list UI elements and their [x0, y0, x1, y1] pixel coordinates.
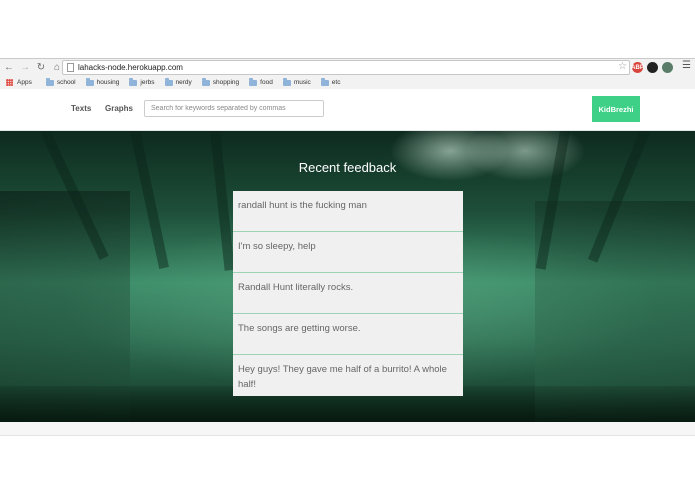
browser-chrome: ← → ↻ ⌂ lahacks-node.herokuapp.com ☆ ABP… [0, 58, 695, 90]
bookmark-school[interactable]: school [45, 78, 76, 86]
folder-icon [164, 78, 173, 86]
feedback-item: I'm so sleepy, help [233, 232, 463, 273]
feedback-list: randall hunt is the fucking man I'm so s… [233, 191, 463, 396]
folder-icon [282, 78, 291, 86]
page-footer-strip [0, 422, 695, 436]
url-text: lahacks-node.herokuapp.com [78, 63, 183, 72]
star-icon[interactable]: ☆ [618, 61, 627, 72]
bookmark-housing[interactable]: housing [85, 78, 119, 86]
feedback-item: Randall Hunt literally rocks. [233, 273, 463, 314]
apps-icon [6, 79, 13, 86]
bookmarks-bar: Apps school housing jerbs nerdy shopping… [0, 76, 695, 90]
feedback-item: randall hunt is the fucking man [233, 191, 463, 232]
bookmark-jerbs[interactable]: jerbs [129, 78, 155, 86]
folder-icon [45, 78, 54, 86]
page-icon [67, 63, 74, 72]
feedback-item: The songs are getting worse. [233, 314, 463, 355]
feedback-item: Hey guys! They gave me half of a burrito… [238, 364, 447, 390]
feedback-title: Recent feedback [298, 160, 397, 175]
bookmark-apps[interactable]: Apps [17, 79, 32, 86]
nav-graphs-link[interactable]: Graphs [105, 104, 133, 113]
bookmark-shopping[interactable]: shopping [201, 78, 239, 86]
back-icon[interactable]: ← [2, 61, 16, 75]
forward-icon[interactable]: → [18, 61, 32, 75]
folder-icon [320, 78, 329, 86]
folder-icon [201, 78, 210, 86]
nav-texts-link[interactable]: Texts [71, 104, 91, 113]
menu-icon[interactable]: ☰ [682, 60, 691, 71]
hero-background: Recent feedback randall hunt is the fuck… [0, 131, 695, 422]
browser-toolbar: ← → ↻ ⌂ lahacks-node.herokuapp.com ☆ ABP… [0, 59, 695, 76]
address-bar[interactable]: lahacks-node.herokuapp.com ☆ [62, 60, 630, 75]
extension-icon[interactable] [662, 62, 673, 73]
folder-icon [85, 78, 94, 86]
reload-icon[interactable]: ↻ [34, 61, 48, 75]
bookmark-music[interactable]: music [282, 78, 311, 86]
extension-icon[interactable] [647, 62, 658, 73]
bookmark-food[interactable]: food [249, 78, 273, 86]
user-button[interactable]: KidBrezhi [592, 96, 640, 122]
bookmark-nerdy[interactable]: nerdy [164, 78, 192, 86]
keyword-search-input[interactable] [144, 100, 324, 117]
folder-icon [249, 78, 258, 86]
screenshot: ← → ↻ ⌂ lahacks-node.herokuapp.com ☆ ABP… [0, 0, 695, 494]
adblock-icon[interactable]: ABP [631, 62, 644, 73]
folder-icon [129, 78, 138, 86]
site-header: Texts Graphs KidBrezhi [0, 89, 695, 131]
bookmark-etc[interactable]: etc [320, 78, 340, 86]
